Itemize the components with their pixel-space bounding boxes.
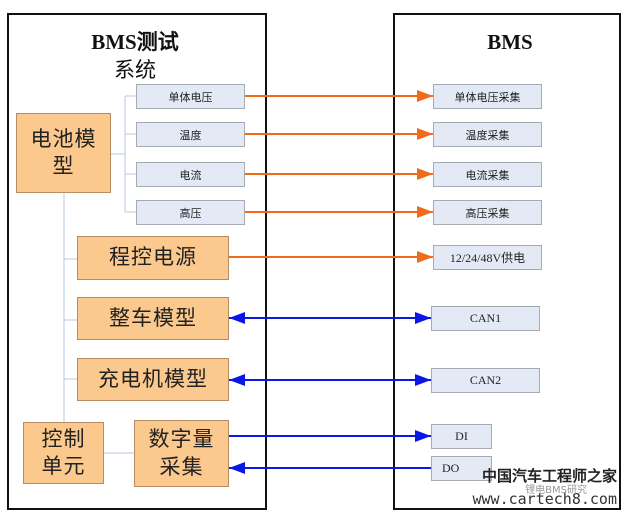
battery-model-line2: 型 — [52, 154, 75, 178]
arrowhead-left-8 — [229, 462, 245, 474]
control-unit-line1: 控制 — [41, 426, 86, 451]
can1-box: CAN1 — [431, 306, 540, 331]
charger-model-box: 充电机模型 — [77, 358, 229, 401]
battery-branch-connector — [111, 95, 137, 213]
control-unit-box: 控制 单元 — [23, 422, 104, 484]
programmable-power-box: 程控电源 — [77, 236, 229, 280]
arrowhead-right-3 — [417, 206, 433, 218]
acq-cell-voltage: 单体电压采集 — [433, 84, 542, 109]
watermark: 中国汽车工程师之家 锂电BMS研究 www.cartech8.com — [473, 465, 618, 508]
battery-model-box: 电池模 型 — [16, 113, 111, 193]
arrowhead-right-1 — [417, 128, 433, 140]
acq-high-voltage: 高压采集 — [433, 200, 542, 225]
arrowhead-right-0 — [417, 90, 433, 102]
power-supply-box: 12/24/48V供电 — [433, 245, 542, 270]
can2-box: CAN2 — [431, 368, 540, 393]
battery-model-line1: 电池模 — [30, 126, 97, 151]
arrowhead-right-4 — [417, 251, 433, 263]
arrowhead-right-5 — [415, 312, 431, 324]
arrowhead-right-7 — [415, 430, 431, 442]
signal-temperature: 温度 — [136, 122, 245, 147]
vehicle-model-box: 整车模型 — [77, 297, 229, 340]
arrowhead-left-6 — [229, 374, 245, 386]
signal-current: 电流 — [136, 162, 245, 187]
digital-io-line1: 数字量 — [148, 427, 215, 452]
signal-cell-voltage: 单体电压 — [136, 84, 245, 109]
di-box: DI — [431, 424, 492, 449]
arrowhead-right-2 — [417, 168, 433, 180]
arrowhead-left-5 — [229, 312, 245, 324]
watermark-account: 锂电BMS研究 — [525, 485, 587, 496]
acq-temperature: 温度采集 — [433, 122, 542, 147]
arrowhead-right-6 — [415, 374, 431, 386]
digital-io-line2: 采集 — [159, 454, 204, 479]
acq-current: 电流采集 — [433, 162, 542, 187]
digital-io-box: 数字量 采集 — [134, 420, 229, 487]
main-trunk-connector — [63, 193, 77, 424]
control-unit-line2: 单元 — [41, 454, 86, 478]
signal-high-voltage: 高压 — [136, 200, 245, 225]
